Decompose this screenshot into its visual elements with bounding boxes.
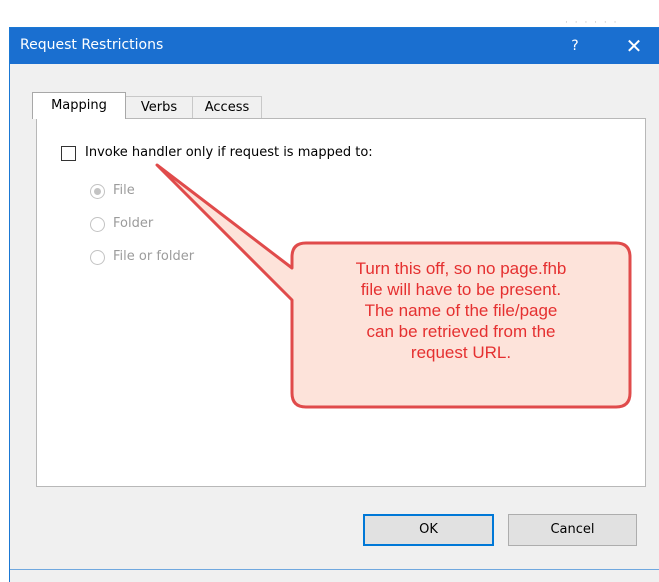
callout-line: can be retrieved from the [366,322,556,341]
callout-line: Turn this off, so no page.fhb [355,259,567,278]
invoke-handler-checkbox[interactable] [61,146,76,161]
callout-text: Turn this off, so no page.fhb file will … [297,258,625,363]
radio-file-button[interactable] [90,184,105,199]
ok-button[interactable]: OK [363,514,494,546]
radio-folder-label: Folder [113,216,154,231]
radio-file-or-folder-label: File or folder [113,249,195,264]
background-window-strip: · · · · · · [0,0,659,28]
tab-mapping[interactable]: Mapping [32,92,126,119]
dialog-title: Request Restrictions [20,37,164,53]
radio-file-label: File [113,183,135,198]
background-window-fragment: · · · · · · [565,18,619,26]
tab-access[interactable]: Access [192,96,262,118]
help-button[interactable]: ? [561,28,589,64]
radio-selected-dot [94,188,101,195]
radio-file-or-folder-button[interactable] [90,250,105,265]
tab-verbs[interactable]: Verbs [125,96,193,118]
callout-line: The name of the file/page [364,301,558,320]
cancel-button[interactable]: Cancel [508,514,637,546]
dialog-bottom-edge [9,569,659,570]
invoke-handler-label: Invoke handler only if request is mapped… [85,145,373,160]
callout-line: file will have to be present. [360,280,562,299]
title-bar: Request Restrictions ? ✕ [10,28,659,64]
close-icon[interactable]: ✕ [616,28,652,64]
callout-line: request URL. [410,343,512,362]
radio-folder-button[interactable] [90,217,105,232]
